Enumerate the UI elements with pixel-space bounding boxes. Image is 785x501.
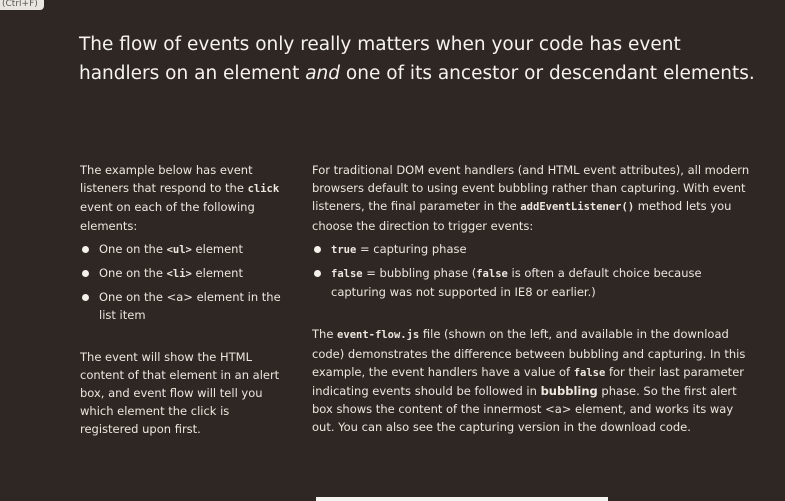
left-column: The example below has event listeners th…	[80, 161, 290, 439]
right-column: For traditional DOM event handlers (and …	[312, 161, 752, 437]
phase-text: = bubbling phase (	[362, 266, 477, 281]
item-code: <a>	[166, 290, 193, 305]
headline-emphasis: and	[305, 63, 341, 84]
right-para-1: For traditional DOM event handlers (and …	[312, 161, 752, 235]
list-item: One on the <li> element	[80, 264, 290, 283]
element-list: One on the <ul> element One on the <li> …	[80, 240, 290, 325]
para2-s1: The	[312, 327, 338, 342]
para1-code: addEventListener()	[520, 201, 635, 214]
bullet-icon	[314, 245, 321, 253]
right-para-2: The event-flow.js file (shown on the lef…	[312, 325, 752, 436]
bullet-icon	[82, 245, 89, 253]
left-outro: The event will show the HTML content of …	[80, 349, 280, 437]
list-item: false = bubbling phase (false is often a…	[312, 264, 752, 301]
headline-text-2: one of its ancestor or descendant elemen…	[340, 63, 755, 84]
left-intro-pre: The example below has event listeners th…	[80, 163, 253, 196]
phase-code: false	[331, 268, 363, 281]
phase-code-2: false	[476, 268, 508, 281]
bullet-icon	[82, 294, 89, 302]
bullet-icon	[314, 270, 321, 278]
item-code: <li>	[166, 268, 192, 281]
page-headline: The flow of events only really matters w…	[79, 30, 759, 88]
left-intro: The example below has event listeners th…	[80, 161, 290, 235]
item-post: element	[191, 266, 243, 281]
list-item: One on the <a> element in the list item	[80, 288, 290, 324]
bottom-white-bar	[316, 497, 608, 501]
para2-code-3: <a>	[545, 402, 572, 417]
para2-bold: bubbling	[540, 384, 598, 399]
item-pre: One on the	[99, 290, 167, 305]
item-code: <ul>	[166, 243, 192, 256]
list-item: true = capturing phase	[312, 240, 752, 259]
left-intro-post: event on each of the following elements:	[80, 200, 255, 233]
phase-list: true = capturing phase false = bubbling …	[312, 240, 752, 302]
para2-code-1: event-flow.js	[337, 329, 420, 342]
item-post: element	[191, 241, 243, 256]
phase-text: = capturing phase	[356, 241, 467, 256]
page-corner-tag: (Ctrl+F)	[0, 0, 44, 10]
left-intro-code: click	[247, 183, 280, 196]
phase-code: true	[331, 243, 357, 256]
item-pre: One on the	[99, 241, 167, 256]
item-pre: One on the	[99, 266, 167, 281]
list-item: One on the <ul> element	[80, 240, 290, 259]
para2-code-2: false	[573, 366, 606, 379]
bullet-icon	[82, 270, 89, 278]
